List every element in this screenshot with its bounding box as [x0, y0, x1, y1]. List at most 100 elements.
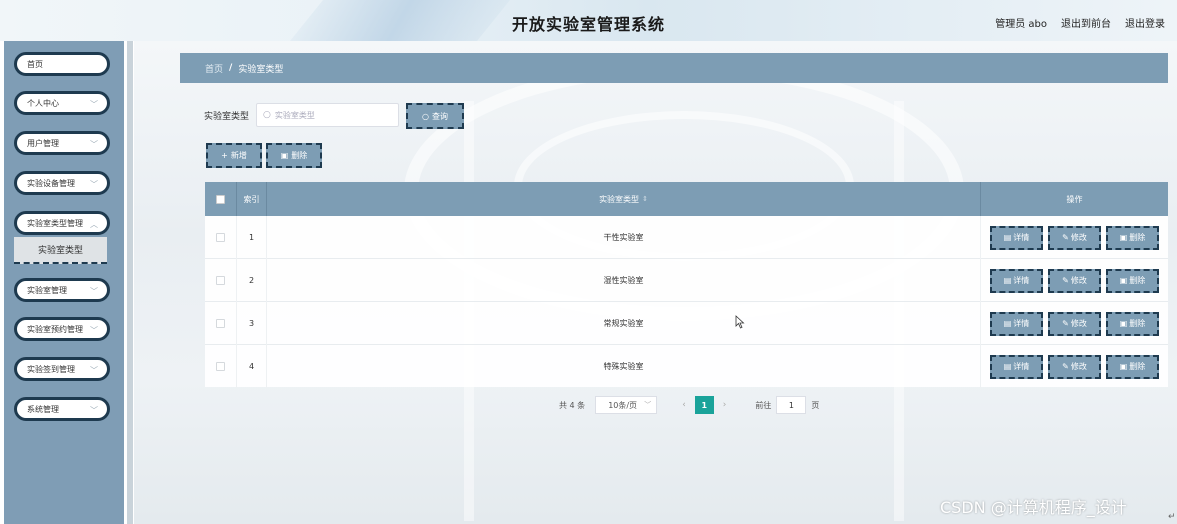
page-number-current[interactable]: 1 — [694, 396, 714, 414]
sidebar-item-reservation-management[interactable]: 实验室预约管理 ﹀ — [14, 317, 110, 341]
sidebar-item-label: 首页 — [27, 59, 43, 69]
edit-label: 修改 — [1070, 362, 1087, 371]
sidebar-item-home[interactable]: 首页 — [14, 52, 110, 76]
table-row: 2 湿性实验室 ▤ 详情 ✎ 修改 ▣ 删除 — [205, 259, 1168, 302]
top-header: 开放实验室管理系统 管理员 abo 退出到前台 退出登录 — [0, 0, 1177, 41]
detail-label: 详情 — [1013, 319, 1030, 328]
trash-icon: ▣ — [1119, 233, 1128, 242]
prev-page-icon[interactable]: ‹ — [682, 400, 686, 410]
sort-icon[interactable]: ⇕ — [642, 195, 648, 203]
row-index: 3 — [237, 302, 267, 345]
header-type[interactable]: 实验室类型 ⇕ — [267, 182, 981, 216]
row-delete-button[interactable]: ▣ 删除 — [1106, 311, 1159, 336]
pencil-icon: ✎ — [1062, 319, 1069, 328]
admin-user-label: 管理员 abo — [995, 19, 1047, 30]
row-actions: ▤ 详情 ✎ 修改 ▣ 删除 — [981, 259, 1168, 302]
trash-icon: ▣ — [1119, 362, 1128, 371]
chevron-up-icon: ︿ — [90, 220, 98, 229]
trash-icon: ▣ — [1119, 276, 1128, 285]
back-to-front-link[interactable]: 退出到前台 — [1061, 15, 1111, 30]
sidebar-item-equipment-management[interactable]: 实验设备管理 ﹀ — [14, 171, 110, 195]
search-input[interactable]: ○ 实验室类型 — [256, 103, 399, 127]
row-type: 特殊实验室 — [267, 345, 981, 388]
delete-label: 删除 — [1129, 362, 1146, 371]
row-delete-button[interactable]: ▣ 删除 — [1106, 354, 1159, 379]
sidebar-scrollbar[interactable] — [127, 41, 133, 524]
sidebar-item-label: 实验设备管理 — [27, 178, 75, 188]
row-delete-button[interactable]: ▣ 删除 — [1106, 225, 1159, 250]
sidebar-item-checkin-management[interactable]: 实验签到管理 ﹀ — [14, 357, 110, 381]
delete-label: 删除 — [1129, 233, 1146, 242]
pencil-icon: ✎ — [1062, 362, 1069, 371]
edit-button[interactable]: ✎ 修改 — [1048, 268, 1101, 293]
query-button[interactable]: ○ 查询 — [406, 103, 464, 129]
row-type: 湿性实验室 — [267, 259, 981, 302]
row-type: 常规实验室 — [267, 302, 981, 345]
detail-label: 详情 — [1013, 233, 1030, 242]
row-delete-button[interactable]: ▣ 删除 — [1106, 268, 1159, 293]
page-unit-label: 页 — [811, 400, 820, 410]
row-checkbox[interactable] — [216, 362, 225, 371]
chevron-down-icon: ﹀ — [90, 406, 98, 415]
breadcrumb-home[interactable]: 首页 — [205, 62, 223, 75]
pencil-icon: ✎ — [1062, 233, 1069, 242]
detail-button[interactable]: ▤ 详情 — [990, 354, 1043, 379]
sidebar-item-label: 实验室预约管理 — [27, 324, 83, 334]
goto-label: 前往 — [755, 400, 772, 410]
search-icon: ○ — [422, 111, 429, 121]
next-page-icon[interactable]: › — [723, 400, 727, 410]
document-icon: ▤ — [1003, 362, 1012, 371]
header-operation: 操作 — [1066, 194, 1083, 204]
edit-button[interactable]: ✎ 修改 — [1048, 354, 1101, 379]
watermark: CSDN @计算机程序_设计 — [940, 498, 1127, 517]
page-size-select[interactable]: 10条/页 ﹀ — [595, 396, 658, 414]
delete-label: 删除 — [1129, 319, 1146, 328]
edit-button[interactable]: ✎ 修改 — [1048, 225, 1101, 250]
sidebar-item-user-management[interactable]: 用户管理 ﹀ — [14, 131, 110, 155]
sidebar-item-lab-management[interactable]: 实验室管理 ﹀ — [14, 278, 110, 302]
table-row: 4 特殊实验室 ▤ 详情 ✎ 修改 ▣ 删除 — [205, 345, 1168, 388]
mouse-cursor-icon — [735, 315, 745, 329]
chevron-down-icon: ﹀ — [90, 180, 98, 189]
sidebar-item-system-management[interactable]: 系统管理 ﹀ — [14, 397, 110, 421]
sidebar-item-lab-type-management[interactable]: 实验室类型管理 ︿ — [14, 211, 110, 235]
document-icon: ▤ — [1003, 276, 1012, 285]
lab-type-table: 索引 实验室类型 ⇕ 操作 1 干性实验室 ▤ 详情 ✎ 修改 ▣ 删除 2 湿性实验… — [205, 182, 1168, 388]
chevron-down-icon: ﹀ — [644, 401, 652, 409]
sidebar-item-label: 实验室类型管理 — [27, 218, 83, 228]
row-checkbox-cell — [205, 345, 237, 388]
row-checkbox[interactable] — [216, 233, 225, 242]
delete-button[interactable]: ▣ 删除 — [266, 143, 322, 168]
sidebar-item-label: 个人中心 — [27, 98, 59, 108]
edit-button[interactable]: ✎ 修改 — [1048, 311, 1101, 336]
edit-label: 修改 — [1070, 319, 1087, 328]
chevron-down-icon: ﹀ — [90, 366, 98, 375]
header-type-label: 实验室类型 — [599, 194, 640, 204]
row-type: 干性实验室 — [267, 216, 981, 259]
goto-page-input[interactable]: 1 — [776, 396, 807, 414]
pencil-icon: ✎ — [1062, 276, 1069, 285]
detail-button[interactable]: ▤ 详情 — [990, 311, 1043, 336]
pagination: 共 4 条 10条/页 ﹀ ‹ 1 › 前往 1 页 — [559, 395, 819, 415]
logout-link[interactable]: 退出登录 — [1125, 15, 1165, 30]
row-checkbox[interactable] — [216, 319, 225, 328]
breadcrumb: 首页 / 实验室类型 — [180, 53, 1168, 83]
sidebar-item-personal-center[interactable]: 个人中心 ﹀ — [14, 91, 110, 115]
row-actions: ▤ 详情 ✎ 修改 ▣ 删除 — [981, 345, 1168, 388]
sidebar: 首页 个人中心 ﹀ 用户管理 ﹀ 实验设备管理 ﹀ 实验室类型管理 ︿ 实验室类… — [4, 41, 124, 524]
add-button[interactable]: + 新增 — [206, 143, 262, 168]
delete-label: 删除 — [1129, 276, 1146, 285]
sidebar-subitem-lab-type[interactable]: 实验室类型 — [14, 237, 107, 264]
search-label: 实验室类型 — [204, 112, 250, 122]
row-checkbox[interactable] — [216, 276, 225, 285]
row-checkbox-cell — [205, 216, 237, 259]
header-index: 索引 — [237, 182, 267, 216]
chevron-down-icon: ﹀ — [90, 100, 98, 109]
detail-button[interactable]: ▤ 详情 — [990, 268, 1043, 293]
chevron-down-icon: ﹀ — [90, 326, 98, 335]
select-all-checkbox[interactable] — [216, 194, 225, 204]
search-placeholder: 实验室类型 — [274, 110, 315, 120]
document-icon: ▤ — [1003, 319, 1012, 328]
detail-button[interactable]: ▤ 详情 — [990, 225, 1043, 250]
sidebar-item-label: 实验签到管理 — [27, 364, 75, 374]
